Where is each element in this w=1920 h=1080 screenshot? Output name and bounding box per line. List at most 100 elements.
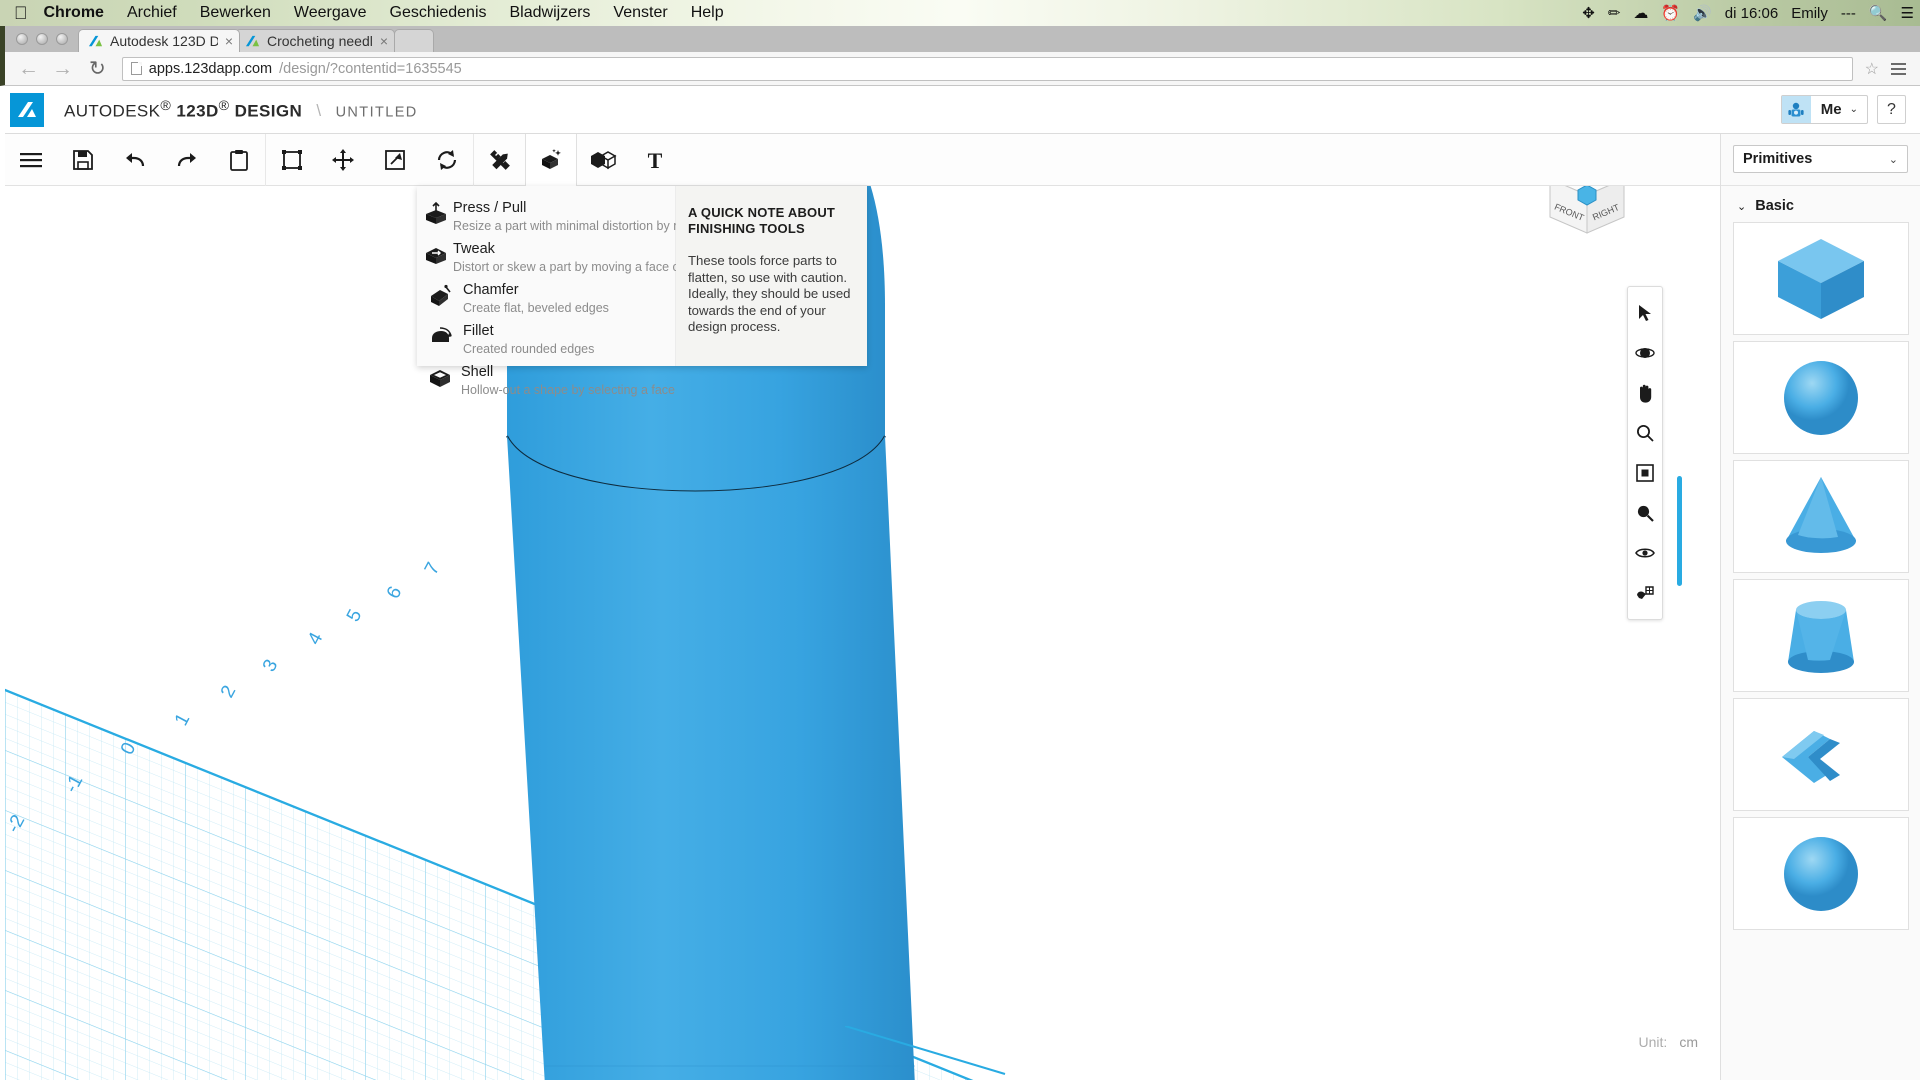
- timemachine-icon[interactable]: ⏰: [1661, 6, 1680, 21]
- clipboard-button[interactable]: [213, 134, 265, 186]
- hand-icon: [1640, 384, 1652, 403]
- material-tool[interactable]: [1628, 573, 1662, 613]
- browser-toolbar: ← → ↻ apps.123dapp.com/design/?contentid…: [0, 52, 1920, 86]
- shell-glyph: [429, 370, 450, 387]
- measure-button[interactable]: [473, 133, 525, 186]
- zoom-window-tool[interactable]: [1628, 493, 1662, 533]
- menu-item-title: Press / Pull: [453, 200, 527, 216]
- primitive-sphere-2[interactable]: [1733, 817, 1909, 930]
- autodesk-a-logo[interactable]: [10, 92, 44, 127]
- menu-item-fillet[interactable]: Fillet Created rounded edges: [417, 316, 675, 357]
- menu-item-desc: Created rounded edges: [463, 342, 595, 356]
- brand-reg: ®: [160, 97, 172, 114]
- menubar-clock[interactable]: di 16:06: [1725, 6, 1778, 21]
- category-select[interactable]: Primitives ⌄: [1733, 145, 1908, 173]
- account-menu-button[interactable]: Me ⌄: [1780, 95, 1868, 124]
- combine-button[interactable]: [577, 134, 629, 186]
- text-t-icon: T: [648, 149, 663, 171]
- canvas-scroll-indicator[interactable]: [1677, 476, 1682, 586]
- fillet-icon: [423, 322, 459, 350]
- close-icon[interactable]: ×: [380, 33, 388, 49]
- note-body: These tools force parts to flatten, so u…: [688, 253, 851, 334]
- construct-button[interactable]: [369, 134, 421, 186]
- new-tab-button[interactable]: [394, 29, 434, 52]
- orbit-tool[interactable]: [1628, 333, 1662, 373]
- undo-button[interactable]: [109, 134, 161, 186]
- cursor-arrow-icon: [1638, 305, 1651, 321]
- forward-arrow-icon[interactable]: →: [52, 58, 73, 79]
- transform-button[interactable]: [317, 134, 369, 186]
- modify-button[interactable]: [421, 134, 473, 186]
- sketch-button[interactable]: [265, 133, 317, 186]
- wifi-icon[interactable]: ☁: [1633, 6, 1648, 21]
- finishing-tools-button[interactable]: [525, 133, 577, 186]
- primitive-wedge[interactable]: [1733, 698, 1909, 811]
- section-basic-header[interactable]: ⌄ Basic: [1721, 186, 1920, 222]
- menu-archief[interactable]: Archief: [127, 4, 177, 22]
- menu-item-press-pull[interactable]: Press / Pull Resize a part with minimal …: [417, 193, 751, 234]
- primitive-sphere[interactable]: [1733, 341, 1909, 454]
- magnifier-filled-icon: [1637, 505, 1654, 522]
- menu-geschiedenis[interactable]: Geschiedenis: [390, 4, 487, 22]
- menu-item-tweak[interactable]: Tweak Distort or skew a part by moving a…: [417, 234, 715, 275]
- menu-weergave[interactable]: Weergave: [294, 4, 367, 22]
- material-icon: [1637, 586, 1654, 599]
- sphere-icon: [1784, 836, 1858, 911]
- menu-item-chamfer[interactable]: Chamfer Create flat, beveled edges: [417, 275, 675, 316]
- select-tool[interactable]: [1628, 293, 1662, 333]
- save-button[interactable]: [57, 134, 109, 186]
- menu-help[interactable]: Help: [691, 4, 724, 22]
- sphere-icon: [1784, 360, 1858, 435]
- primitive-cylinder[interactable]: [1733, 579, 1909, 692]
- magnifier-icon: [1637, 425, 1654, 442]
- volume-icon[interactable]: 🔊: [1693, 6, 1712, 21]
- orbit-icon: [1635, 348, 1655, 358]
- bluetooth-transfer-icon[interactable]: ✥: [1582, 6, 1595, 21]
- menu-bewerken[interactable]: Bewerken: [200, 4, 271, 22]
- close-icon[interactable]: ×: [225, 33, 233, 49]
- menu-bladwijzers[interactable]: Bladwijzers: [510, 4, 591, 22]
- menu-venster[interactable]: Venster: [613, 4, 667, 22]
- brand-main: 123D: [176, 101, 219, 121]
- chrome-menu-icon[interactable]: [1891, 60, 1906, 78]
- address-bar[interactable]: apps.123dapp.com/design/?contentid=16355…: [121, 56, 1853, 81]
- redo-button[interactable]: [161, 134, 213, 186]
- menubar-user[interactable]: Emily: [1791, 6, 1828, 21]
- chevron-down-icon: ⌄: [1737, 200, 1747, 213]
- close-window-button[interactable]: [16, 33, 28, 45]
- view-cube[interactable]: TOP FRONT RIGHT: [1540, 186, 1635, 245]
- search-icon[interactable]: 🔍: [1869, 6, 1888, 21]
- page-icon: [130, 62, 142, 75]
- maximize-window-button[interactable]: [56, 33, 68, 45]
- svg-text:7: 7: [421, 559, 445, 578]
- apple-icon[interactable]: : [14, 4, 28, 22]
- menu-chrome[interactable]: Chrome: [44, 4, 104, 22]
- notification-center-icon[interactable]: ☰: [1901, 6, 1914, 21]
- menu-item-shell[interactable]: Shell Hollow-out a shape by selecting a …: [417, 357, 675, 398]
- browser-tab-1[interactable]: Autodesk 123D Design ×: [78, 29, 240, 52]
- visibility-tool[interactable]: [1628, 533, 1662, 573]
- primitive-box[interactable]: [1733, 222, 1909, 335]
- primitive-cone[interactable]: [1733, 460, 1909, 573]
- pan-tool[interactable]: [1628, 373, 1662, 413]
- app-header: AUTODESK® 123D® DESIGN \ UNTITLED Me ⌄ ?: [5, 86, 1920, 134]
- eyedropper-icon[interactable]: ✏: [1608, 6, 1621, 21]
- zoom-tool[interactable]: [1628, 413, 1662, 453]
- help-button[interactable]: ?: [1877, 95, 1906, 124]
- minimize-window-button[interactable]: [36, 33, 48, 45]
- press-pull-icon: [423, 199, 449, 227]
- brand-sup: ®: [218, 97, 230, 114]
- back-arrow-icon[interactable]: ←: [18, 58, 39, 79]
- dashes-icon[interactable]: ---: [1841, 6, 1856, 21]
- reload-icon[interactable]: ↻: [89, 59, 106, 79]
- star-icon[interactable]: ☆: [1865, 59, 1879, 79]
- robot-avatar-icon: [1781, 96, 1811, 123]
- main-menu-button[interactable]: [5, 134, 57, 186]
- window-traffic-lights[interactable]: [16, 33, 68, 45]
- fit-frame-icon: [1636, 464, 1654, 482]
- browser-tab-2[interactable]: Crocheting needles 3D Mo ×: [235, 29, 395, 52]
- fit-tool[interactable]: [1628, 453, 1662, 493]
- document-name[interactable]: UNTITLED: [336, 104, 418, 120]
- text-button[interactable]: T: [629, 134, 681, 186]
- floppy-disk-icon: [73, 149, 93, 170]
